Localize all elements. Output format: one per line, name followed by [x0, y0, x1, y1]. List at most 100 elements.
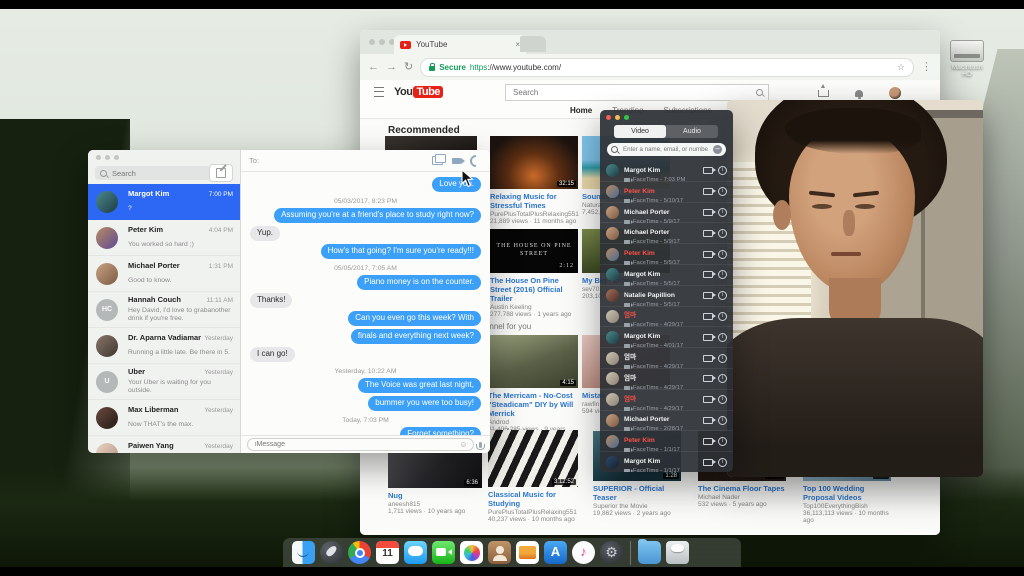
forward-icon[interactable]: → [386, 62, 397, 73]
address-bar[interactable]: Secure https://www.youtube.com/ ☆ [420, 58, 914, 77]
video-card[interactable]: 32:15 Relaxing Music for Stressful Times… [490, 136, 578, 225]
call-video-icon[interactable] [703, 396, 713, 403]
facetime-window-controls[interactable] [606, 115, 629, 120]
dock-chrome-icon[interactable] [348, 541, 371, 564]
call-video-icon[interactable] [703, 334, 713, 341]
call-row[interactable]: Margot Kim FaceTime - 1/1/17 [600, 452, 733, 472]
call-row[interactable]: Margot Kim FaceTime - 5/5/17 [600, 265, 733, 286]
facetime-search-box[interactable]: – [607, 143, 726, 156]
info-icon[interactable] [718, 333, 727, 342]
info-icon[interactable] [718, 458, 727, 467]
info-icon[interactable] [718, 208, 727, 217]
call-video-icon[interactable] [703, 438, 713, 445]
call-video-icon[interactable] [703, 209, 713, 216]
browser-window-controls[interactable] [369, 39, 395, 45]
call-row[interactable]: Natalie Papillion FaceTime - 5/5/17 [600, 286, 733, 307]
facetime-search-input[interactable] [621, 145, 710, 154]
tab-video[interactable]: Video [614, 125, 666, 138]
call-row[interactable]: Michael Porter FaceTime - 5/9/17 [600, 223, 733, 244]
screen-share-icon[interactable] [432, 156, 443, 165]
info-icon[interactable] [718, 250, 727, 259]
video-card[interactable]: THE HOUSE ON PINE STREET 2:12 The House … [490, 229, 578, 318]
bookmark-star-icon[interactable]: ☆ [897, 62, 905, 73]
call-row[interactable]: 엄마 FaceTime - 4/29/17 [600, 348, 733, 369]
call-video-icon[interactable] [703, 251, 713, 258]
conversation-row[interactable]: U Uber Yesterday Your Uber is waiting fo… [88, 364, 240, 400]
call-video-icon[interactable] [703, 355, 713, 362]
dock-itunes-icon[interactable] [572, 541, 595, 564]
call-video-icon[interactable] [703, 188, 713, 195]
conversation-row[interactable]: HC Hannah Couch 11:11 AM Hey David, I'd … [88, 292, 240, 328]
reload-icon[interactable]: ↻ [404, 62, 413, 73]
messages-search-input[interactable] [110, 168, 194, 179]
dock-photos-icon[interactable] [460, 541, 483, 564]
account-avatar[interactable] [889, 87, 901, 99]
info-icon[interactable] [718, 312, 727, 321]
microphone-icon[interactable] [479, 442, 483, 448]
info-icon[interactable] [718, 354, 727, 363]
youtube-search-box[interactable] [505, 84, 769, 101]
call-video-icon[interactable] [703, 167, 713, 174]
remove-icon[interactable]: – [713, 145, 722, 154]
video-card[interactable]: 4:15 The Merricam - No-Cost "Steadicam" … [488, 335, 578, 440]
info-icon[interactable] [718, 187, 727, 196]
call-row[interactable]: Margot Kim FaceTime - 7:03 PM [600, 161, 733, 182]
imessage-input[interactable] [253, 440, 459, 449]
search-icon[interactable] [756, 89, 763, 96]
conversation-row[interactable]: Max Liberman Yesterday Now THAT's the ma… [88, 400, 240, 436]
call-video-icon[interactable] [703, 313, 713, 320]
browser-menu-icon[interactable]: ⋮ [921, 62, 932, 73]
browser-tab[interactable]: YouTube × [394, 35, 526, 54]
call-row[interactable]: Margot Kim FaceTime - 4/01/17 [600, 327, 733, 348]
call-video-icon[interactable] [703, 271, 713, 278]
dock-calendar-icon[interactable]: 11 [376, 541, 399, 564]
facetime-video-icon[interactable] [452, 158, 461, 164]
call-video-icon[interactable] [703, 459, 713, 466]
call-row[interactable]: 엄마 FaceTime - 4/29/17 [600, 307, 733, 328]
dock-contacts-icon[interactable] [488, 541, 511, 564]
conversation-row[interactable]: Peter Kim 4:04 PM You worked so hard ;) [88, 220, 240, 256]
call-row[interactable]: Peter Kim FaceTime - 5/10/17 [600, 182, 733, 203]
call-row[interactable]: 엄마 FaceTime - 4/29/17 [600, 390, 733, 411]
back-icon[interactable]: ← [368, 62, 379, 73]
info-icon[interactable] [718, 291, 727, 300]
upload-icon[interactable] [818, 90, 829, 97]
notifications-bell-icon[interactable] [855, 90, 863, 97]
dock-trash-icon[interactable] [666, 541, 689, 564]
dock-launchpad-icon[interactable] [320, 541, 343, 564]
call-row[interactable]: 엄마 FaceTime - 4/29/17 [600, 369, 733, 390]
call-video-icon[interactable] [703, 417, 713, 424]
dock-downloads-folder-icon[interactable] [638, 541, 661, 564]
dock-finder-icon[interactable] [292, 541, 315, 564]
conversation-row[interactable]: Dr. Aparna Vadiamani Yesterday Running a… [88, 328, 240, 364]
hamburger-menu-icon[interactable] [374, 87, 384, 97]
dock-preview-icon[interactable] [516, 541, 539, 564]
call-video-icon[interactable] [703, 375, 713, 382]
compose-button[interactable] [209, 164, 233, 182]
dock-app-store-icon[interactable] [544, 541, 567, 564]
info-icon[interactable] [718, 229, 727, 238]
call-video-icon[interactable] [703, 230, 713, 237]
new-tab-button[interactable] [520, 36, 546, 52]
info-icon[interactable] [718, 270, 727, 279]
video-card[interactable]: 3:12:52 Classical Music for Studying Pur… [488, 430, 578, 523]
call-row[interactable]: Peter Kim FaceTime - 1/1/17 [600, 431, 733, 452]
call-row[interactable]: Michael Porter FaceTime - 5/9/17 [600, 203, 733, 224]
messages-search-box[interactable] [95, 166, 211, 180]
call-row[interactable]: Peter Kim FaceTime - 5/5/17 [600, 244, 733, 265]
info-icon[interactable] [718, 416, 727, 425]
messages-window-controls[interactable] [96, 155, 119, 160]
info-icon[interactable] [718, 166, 727, 175]
emoji-icon[interactable]: ☺ [459, 441, 467, 449]
call-video-icon[interactable] [703, 292, 713, 299]
dock-facetime-icon[interactable] [432, 541, 455, 564]
dock-messages-icon[interactable] [404, 541, 427, 564]
phone-icon[interactable] [468, 152, 485, 169]
imessage-field[interactable]: ☺ [247, 438, 474, 451]
conversation-row[interactable]: Margot Kim 7:00 PM ? [88, 184, 240, 220]
youtube-logo[interactable]: YouTube [394, 86, 443, 98]
youtube-search-input[interactable] [511, 87, 756, 98]
conversation-row[interactable]: Michael Porter 1:31 PM Good to know. [88, 256, 240, 292]
dock-system-preferences-icon[interactable] [600, 541, 623, 564]
info-icon[interactable] [718, 395, 727, 404]
